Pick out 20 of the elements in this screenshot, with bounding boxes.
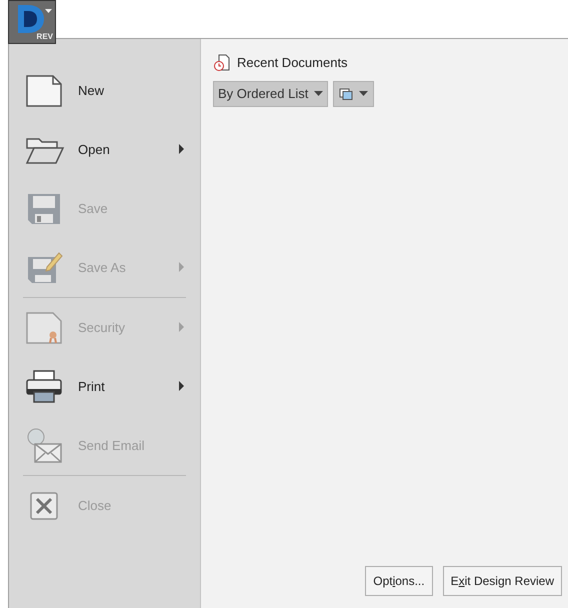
- app-menu-button[interactable]: REV: [8, 0, 56, 44]
- view-dropdown[interactable]: [333, 80, 374, 106]
- recent-documents-icon: [213, 54, 231, 72]
- submenu-arrow-icon: [179, 262, 184, 272]
- printer-icon: [25, 368, 65, 406]
- submenu-arrow-icon: [179, 144, 184, 154]
- dialog-button[interactable]: Options...: [365, 566, 433, 596]
- menu-item[interactable]: Print: [9, 357, 200, 416]
- envelope-icon: [25, 426, 65, 464]
- menu-item[interactable]: Open: [9, 120, 200, 179]
- submenu-arrow-icon: [179, 322, 184, 332]
- dialog-button[interactable]: Exit Design Review: [442, 566, 562, 596]
- caret-icon: [359, 91, 368, 96]
- recent-documents-title: Recent Documents: [237, 54, 348, 72]
- windows-icon: [339, 88, 354, 100]
- submenu-arrow-icon: [179, 381, 184, 391]
- caret-icon: [314, 91, 324, 96]
- app-label: REV: [36, 33, 53, 41]
- menu-item[interactable]: New: [9, 61, 200, 120]
- sort-dropdown[interactable]: By Ordered List: [213, 80, 328, 106]
